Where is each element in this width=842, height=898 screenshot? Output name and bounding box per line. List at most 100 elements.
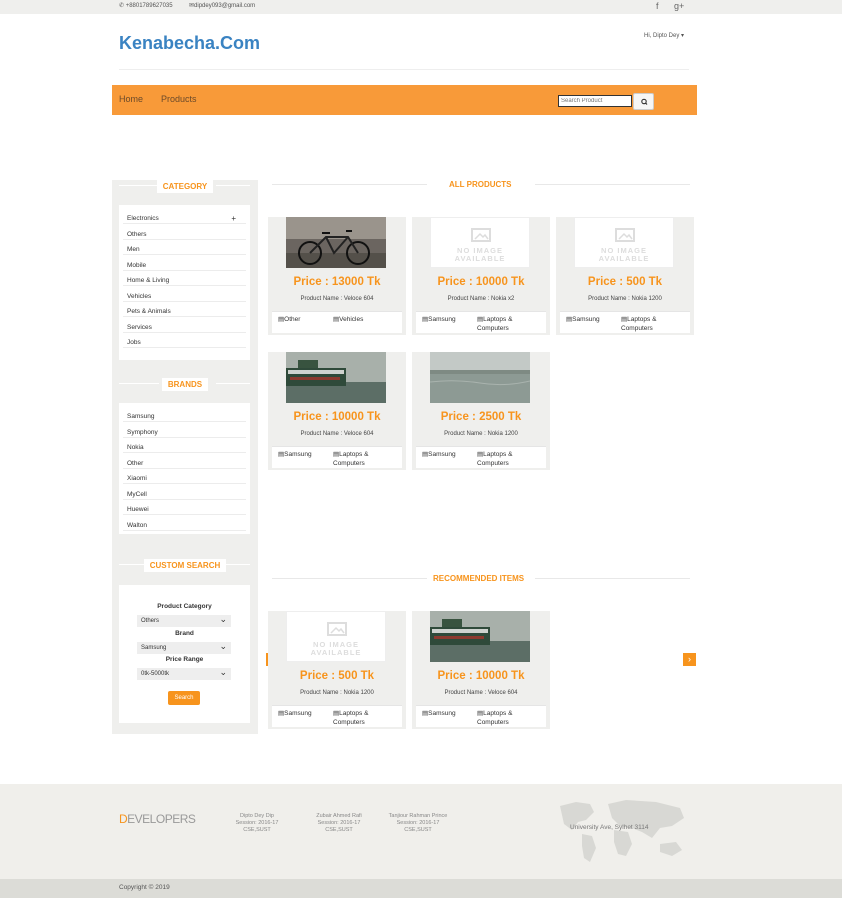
product-image-boat[interactable] <box>286 352 386 403</box>
footer-address: University Ave, Sylhet 3114 <box>570 824 649 831</box>
product-tags: ▤Samsung ▤Laptops & Computers <box>272 446 402 468</box>
brands-list: Samsung Symphony Nokia Other Xiaomi MyCe… <box>119 403 250 534</box>
phone-contact: ✆ +8801789627035 <box>119 2 173 9</box>
category-item[interactable]: Electronics + <box>123 213 246 224</box>
chevron-down-icon: ⌄ <box>219 667 227 677</box>
category-item[interactable]: Vehicles <box>123 291 246 302</box>
product-card[interactable]: NO IMAGE AVAILABLE Price : 500 Tk Produc… <box>556 217 694 335</box>
user-menu[interactable]: Hi, Dipto Dey ▾ <box>644 32 684 39</box>
product-price: Price : 10000 Tk <box>437 670 525 682</box>
divider <box>535 578 690 579</box>
category-item[interactable]: Services <box>123 322 246 333</box>
category-tag[interactable]: ▤Laptops & Computers <box>477 315 537 333</box>
search-input[interactable] <box>558 95 632 107</box>
category-item[interactable]: Others <box>123 229 246 240</box>
brand-item[interactable]: Nokia <box>123 442 246 453</box>
brand-item[interactable]: Xiaomi <box>123 473 246 484</box>
brand-tag[interactable]: ▤Samsung <box>422 450 456 459</box>
developer-credit: Zubair Ahmed Rafi Session: 2016-17 CSE,SUS… <box>316 813 362 833</box>
brand-item[interactable]: Walton <box>123 520 246 531</box>
brand-item[interactable]: Huewei <box>123 504 246 515</box>
product-category-select[interactable]: Others ⌄ <box>137 614 231 627</box>
product-tags: ▤Other ▤Vehicles <box>272 311 402 333</box>
brand-tag[interactable]: ▤Samsung <box>422 709 456 718</box>
price-range-label: Price Range <box>165 656 204 663</box>
brands-heading: BRANDS <box>112 378 258 391</box>
no-image-placeholder: NO IMAGE AVAILABLE <box>574 217 674 268</box>
product-card[interactable]: Price : 13000 Tk Product Name : Veloce 6… <box>268 217 406 335</box>
developer-credit: Dipto Dey Dip Session: 2016-17 CSE,SUST <box>235 813 279 833</box>
brand-tag[interactable]: ▤Samsung <box>278 709 312 718</box>
category-item[interactable]: Mobile <box>123 260 246 271</box>
brand-item[interactable]: Other <box>123 458 246 469</box>
category-item[interactable]: Jobs <box>123 337 246 348</box>
product-name: Product Name : Nokia 1200 <box>588 296 662 302</box>
category-tag[interactable]: ▤Laptops & Computers <box>333 709 393 727</box>
image-icon <box>615 228 635 242</box>
phone-icon: ✆ <box>119 3 126 9</box>
carousel-next-button[interactable]: › <box>683 653 696 666</box>
plus-icon[interactable]: + <box>231 213 236 224</box>
product-card[interactable]: Price : 10000 Tk Product Name : Veloce 6… <box>268 352 406 470</box>
recommended-card[interactable]: NO IMAGE AVAILABLE Price : 500 Tk Produc… <box>268 611 406 729</box>
product-tags: ▤Samsung ▤Laptops & Computers <box>416 705 546 727</box>
product-tags: ▤Samsung ▤Laptops & Computers <box>560 311 690 333</box>
developer-credit: Tanjiour Rahman Prince Session: 2016-17 CS… <box>388 813 448 833</box>
googleplus-icon[interactable]: g+ <box>674 1 684 11</box>
product-image-bicycle[interactable] <box>286 217 386 268</box>
brand-tag[interactable]: ▤Samsung <box>422 315 456 324</box>
category-tag[interactable]: ▤Laptops & Computers <box>477 450 537 468</box>
no-image-placeholder: NO IMAGE AVAILABLE <box>286 611 386 662</box>
product-image-river[interactable] <box>430 352 530 403</box>
all-products-heading: ALL PRODUCTS <box>449 180 512 189</box>
boat-image <box>430 611 530 662</box>
brand-tag[interactable]: ▤Other <box>278 315 300 324</box>
chevron-down-icon: ⌄ <box>219 614 227 624</box>
product-price: Price : 10000 Tk <box>293 411 381 423</box>
product-price: Price : 13000 Tk <box>293 276 381 288</box>
boat-image <box>286 352 386 403</box>
product-image-placeholder[interactable]: NO IMAGE AVAILABLE <box>574 217 674 268</box>
category-tag[interactable]: ▤Vehicles <box>333 315 363 324</box>
brand-tag[interactable]: ▤Samsung <box>278 450 312 459</box>
brand-item[interactable]: MyCell <box>123 489 246 500</box>
brand-tag[interactable]: ▤Samsung <box>566 315 600 324</box>
brand-logo[interactable]: Kenabecha.Com <box>119 33 260 54</box>
divider <box>272 578 427 579</box>
price-range-select[interactable]: 0tk-5000tk ⌄ <box>137 667 231 680</box>
search-button[interactable] <box>633 93 654 110</box>
search-icon <box>641 98 648 105</box>
custom-search-button[interactable]: Search <box>168 691 200 705</box>
product-name: Product Name : Nokia 1200 <box>444 431 518 437</box>
product-name: Product Name : Veloce 604 <box>444 690 518 696</box>
brand-label: Brand <box>175 630 194 637</box>
product-image-boat[interactable] <box>430 611 530 662</box>
product-card[interactable]: NO IMAGE AVAILABLE Price : 10000 Tk Prod… <box>412 217 550 335</box>
user-greeting: Hi, Dipto Dey <box>644 33 680 39</box>
facebook-icon[interactable]: f <box>656 1 659 11</box>
category-tag[interactable]: ▤Laptops & Computers <box>477 709 537 727</box>
category-item[interactable]: Men <box>123 244 246 255</box>
product-price: Price : 10000 Tk <box>437 276 525 288</box>
category-list: Electronics + Others Men Mobile Home & Li… <box>119 205 250 360</box>
brand-select[interactable]: Samsung ⌄ <box>137 641 231 654</box>
product-card[interactable]: Price : 2500 Tk Product Name : Nokia 120… <box>412 352 550 470</box>
category-tag[interactable]: ▤Laptops & Computers <box>333 450 393 468</box>
custom-search-form: Product Category Others ⌄ Brand Samsung ⌄ … <box>119 585 250 723</box>
category-heading: CATEGORY <box>112 180 258 193</box>
footer: DEVELOPERS Dipto Dey Dip Session: 2016-17… <box>0 784 842 879</box>
caret-down-icon: ▾ <box>679 33 685 39</box>
nav-products[interactable]: Products <box>161 94 197 104</box>
image-icon <box>471 228 491 242</box>
recommended-card[interactable]: Price : 10000 Tk Product Name : Veloce 6… <box>412 611 550 729</box>
custom-search-heading: CUSTOM SEARCH <box>112 559 258 572</box>
product-image-placeholder[interactable]: NO IMAGE AVAILABLE <box>286 611 386 662</box>
product-image-placeholder[interactable]: NO IMAGE AVAILABLE <box>430 217 530 268</box>
divider <box>535 184 690 185</box>
category-tag[interactable]: ▤Laptops & Computers <box>621 315 681 333</box>
category-item[interactable]: Pets & Animals <box>123 306 246 317</box>
nav-home[interactable]: Home <box>119 94 143 104</box>
brand-item[interactable]: Symphony <box>123 427 246 438</box>
brand-item[interactable]: Samsung <box>123 411 246 422</box>
category-item[interactable]: Home & Living <box>123 275 246 286</box>
